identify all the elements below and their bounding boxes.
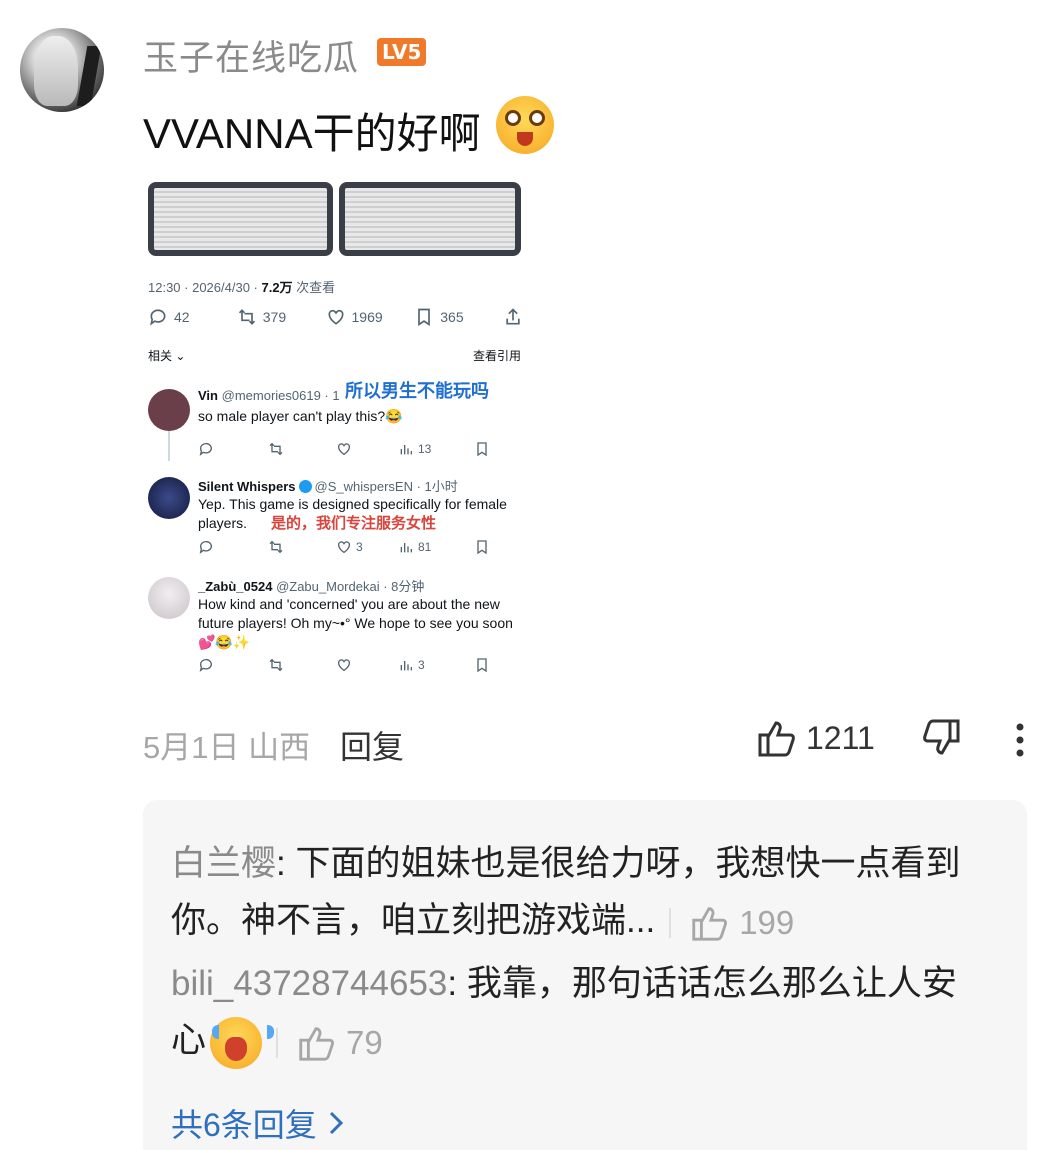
heart-icon xyxy=(338,659,350,672)
bookmark-icon xyxy=(477,442,487,457)
zabu-avatar xyxy=(148,577,190,619)
thumbs-up-icon xyxy=(758,721,795,757)
bookmark-icon xyxy=(477,540,487,555)
reply-author[interactable]: 白兰樱 xyxy=(171,844,276,883)
overlay-caption-blue: 所以男生不能玩吗 xyxy=(345,381,489,401)
reply-like-button[interactable]: 79 xyxy=(296,1014,383,1071)
post-meta: 12:30 · 2026/4/30 · 7.2万 次查看 xyxy=(148,280,336,295)
repost-icon xyxy=(269,442,283,456)
views-icon xyxy=(400,661,412,671)
more-options-icon[interactable] xyxy=(1005,720,1035,760)
level-badge: LV5 xyxy=(377,38,427,66)
heart-icon xyxy=(338,443,350,456)
share-icon xyxy=(506,308,520,325)
tweet-text: so male player can't play this?😂 xyxy=(198,408,403,424)
quote-label: 查看引用 xyxy=(472,349,521,363)
thumbs-up-icon xyxy=(692,907,728,941)
reply-icon xyxy=(199,659,212,672)
comment-text: VVANNA干的好啊 xyxy=(143,110,481,157)
repost-icon xyxy=(269,540,283,554)
like-button[interactable]: 1211 xyxy=(756,717,875,759)
thumbs-up-icon xyxy=(299,1027,334,1061)
related-label: 相关 ⌄ xyxy=(148,349,186,363)
tweet-actions: 13 xyxy=(198,441,523,457)
user-avatar[interactable] xyxy=(20,28,104,112)
crying-emoji-icon xyxy=(210,1016,275,1069)
heart-icon xyxy=(328,309,343,325)
thumbs-down-icon[interactable] xyxy=(920,717,964,761)
bookmark-icon xyxy=(418,308,431,327)
reply-icon xyxy=(199,443,212,456)
post-stats: 42 379 1969 365 xyxy=(148,307,523,327)
view-more-replies-link[interactable]: 共6条回复 xyxy=(171,1100,345,1146)
reply-item[interactable]: 白兰樱: 下面的姐妹也是很给力呀，我想快一点看到你。神不言，咱立刻把游戏端...… xyxy=(171,835,991,951)
views-icon xyxy=(400,543,412,553)
embedded-screenshot-image[interactable]: 12:30 · 2026/4/30 · 7.2万 次查看 42 379 1969… xyxy=(143,175,523,690)
repost-icon xyxy=(269,658,283,672)
repost-icon xyxy=(238,309,255,325)
chevron-right-icon xyxy=(329,1111,343,1135)
comment-date-location: 5月1日 山西 xyxy=(143,730,311,765)
like-stat: 1969 xyxy=(326,307,415,327)
reply-icon xyxy=(150,309,166,326)
heart-icon xyxy=(338,541,350,554)
tweet-actions: 3 81 xyxy=(198,539,523,555)
reply-item[interactable]: bili_43728744653: 我靠，那句话话怎么那么让人安心 79 xyxy=(171,955,991,1071)
silent-whispers-avatar xyxy=(148,477,190,519)
verified-icon xyxy=(298,480,312,493)
overlay-caption-red: 是的，我们专注服务女性 xyxy=(271,515,437,532)
reply-icon xyxy=(199,541,212,554)
share-stat xyxy=(503,307,523,327)
repost-stat: 379 xyxy=(237,307,326,327)
vin-avatar xyxy=(148,389,190,431)
reply-like-button[interactable]: 199 xyxy=(689,894,794,951)
document-image-left xyxy=(148,182,333,256)
bookmark-stat: 365 xyxy=(414,307,503,327)
star-eyes-emoji-icon xyxy=(496,96,554,154)
document-image-right xyxy=(339,182,521,256)
replies-panel: 白兰樱: 下面的姐妹也是很给力呀，我想快一点看到你。神不言，咱立刻把游戏端...… xyxy=(143,800,1027,1150)
tweet-text: How kind and 'concerned' you are about t… xyxy=(198,596,513,650)
reply-button[interactable]: 回复 xyxy=(340,722,404,768)
views-icon xyxy=(400,445,412,455)
username[interactable]: 玉子在线吃瓜 xyxy=(143,30,359,81)
reply-author[interactable]: bili_43728744653 xyxy=(171,964,447,1003)
tweet-actions: 3 xyxy=(198,657,523,673)
reply-stat: 42 xyxy=(148,307,237,327)
bookmark-icon xyxy=(477,658,487,673)
like-count: 1211 xyxy=(806,719,875,756)
